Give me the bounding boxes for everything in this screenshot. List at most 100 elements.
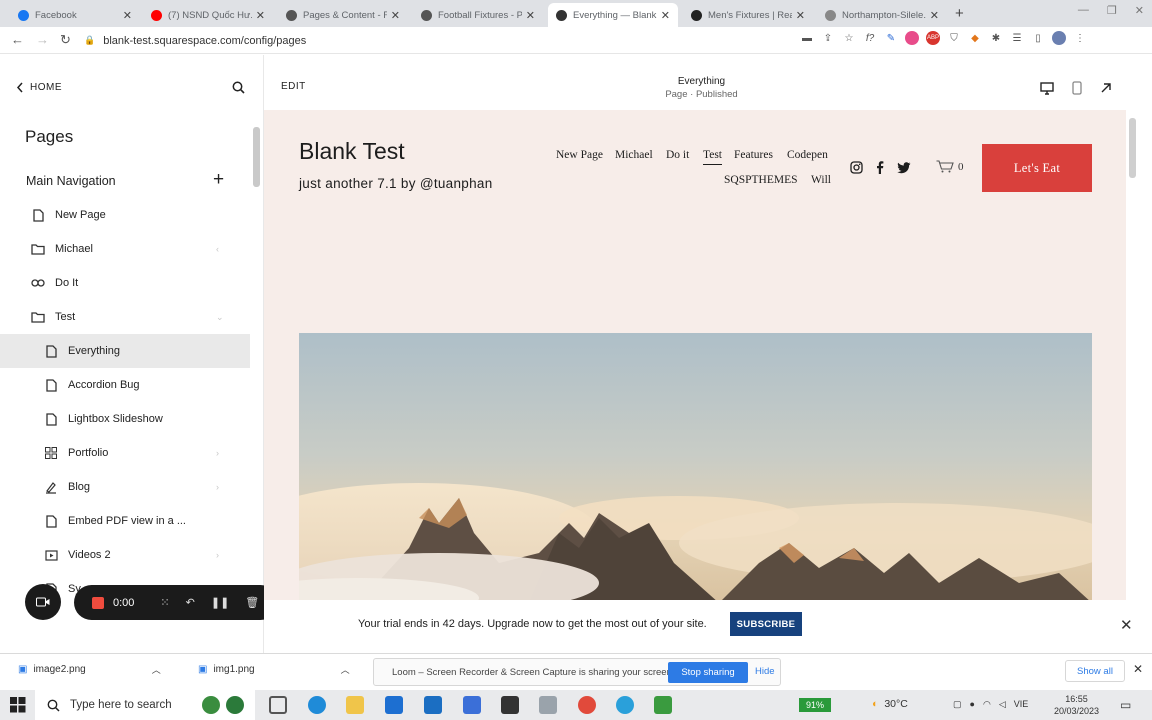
tool-icon[interactable] [539, 696, 557, 714]
show-all-button[interactable]: Show all [1065, 660, 1125, 682]
shield-icon[interactable]: ⛉ [947, 31, 961, 45]
reload-icon[interactable]: ↻ [60, 32, 71, 48]
camera-icon[interactable]: ▬ [800, 31, 814, 45]
app-icon[interactable] [226, 696, 244, 714]
browser-tab[interactable]: Football Fixtures - P... ✕ [413, 3, 543, 27]
terminal-icon[interactable] [501, 696, 519, 714]
clock[interactable]: 16:55 20/03/2023 [1054, 693, 1099, 717]
sidebar-item[interactable]: Embed PDF view in a ... [0, 504, 250, 538]
close-window-icon[interactable]: ✕ [1135, 4, 1144, 17]
home-link[interactable]: HOME [16, 82, 62, 93]
tray-icon[interactable]: ▢ [953, 699, 962, 710]
stop-recording-button[interactable] [92, 596, 104, 609]
tray-icon[interactable]: ● [970, 699, 975, 710]
battery-indicator[interactable]: 91% [799, 698, 831, 712]
sidebar-item[interactable]: Everything [0, 334, 250, 368]
telegram-icon[interactable] [616, 696, 634, 714]
chevron-icon[interactable]: ⌄ [216, 312, 224, 323]
tab-close-icon[interactable]: ✕ [526, 9, 535, 22]
sidebar-item[interactable]: Accordion Bug [0, 368, 250, 402]
zalo-icon[interactable] [463, 696, 481, 714]
open-external-icon[interactable] [1100, 82, 1112, 94]
chevron-up-icon[interactable]: ︿ [152, 663, 161, 676]
site-nav-link[interactable]: New Page [556, 149, 603, 161]
stop-sharing-button[interactable]: Stop sharing [668, 662, 748, 683]
site-nav-link[interactable]: SQSPTHEMES [724, 174, 798, 186]
chevron-icon[interactable]: › [216, 550, 219, 560]
formula-icon[interactable]: f? [863, 31, 877, 45]
subscribe-button[interactable]: SUBSCRIBE [730, 612, 802, 636]
star-icon[interactable]: ☆ [842, 31, 856, 45]
preview-scrollbar[interactable] [1129, 118, 1136, 178]
playlist-icon[interactable]: ☰ [1010, 31, 1024, 45]
sidebar-item[interactable]: Michael ‹ [0, 232, 250, 266]
sidebar-item[interactable]: Videos 2 › [0, 538, 250, 572]
tab-close-icon[interactable]: ✕ [123, 9, 132, 22]
browser-tab[interactable]: Facebook ✕ [10, 3, 140, 27]
download-item[interactable]: ▣ img1.png ︿ [198, 663, 350, 676]
new-tab-icon[interactable]: + [955, 5, 964, 22]
hero-image[interactable] [299, 333, 1092, 600]
mail-icon[interactable] [385, 696, 403, 714]
cart-link[interactable]: 0 [936, 160, 964, 173]
chevron-icon[interactable]: ‹ [216, 244, 219, 254]
undo-icon[interactable]: ↶ [186, 596, 195, 609]
camera-toggle-button[interactable] [25, 584, 61, 620]
puzzle-icon[interactable]: ✱ [989, 31, 1003, 45]
browser-tab[interactable]: Northampton-Silele... ✕ [817, 3, 947, 27]
wifi-icon[interactable]: ◠ [983, 699, 991, 710]
chevron-icon[interactable]: › [216, 448, 219, 458]
sidebar-item[interactable]: Blog › [0, 470, 250, 504]
browser-tab[interactable]: (7) NSND Quốc Hư... ✕ [143, 3, 273, 27]
edge-icon[interactable] [308, 696, 326, 714]
address-bar[interactable]: 🔒 blank-test.squarespace.com/config/page… [84, 30, 794, 51]
mobile-view-icon[interactable] [1072, 81, 1082, 95]
close-icon[interactable]: ✕ [1133, 662, 1143, 676]
sidebar-item[interactable]: Portfolio › [0, 436, 250, 470]
tab-close-icon[interactable]: ✕ [256, 9, 265, 22]
globe-icon[interactable] [202, 696, 220, 714]
browser-tab[interactable]: Pages & Content - F... ✕ [278, 3, 408, 27]
site-nav-link[interactable]: Test [703, 149, 722, 165]
forward-icon[interactable]: → [36, 32, 49, 47]
windows-start-icon[interactable] [10, 697, 26, 713]
desktop-view-icon[interactable] [1040, 81, 1054, 95]
site-nav-link[interactable]: Codepen [787, 149, 828, 161]
weather-widget[interactable]: ◐ 30°C [872, 698, 908, 710]
sidebar-item[interactable]: New Page [0, 198, 250, 232]
chevron-up-icon[interactable]: ︿ [341, 663, 350, 676]
site-title[interactable]: Blank Test [299, 138, 405, 165]
sidebar-item[interactable]: Test ⌄ [0, 300, 250, 334]
twitter-icon[interactable] [897, 161, 911, 174]
extension-color-icon[interactable] [905, 31, 919, 45]
profile-icon[interactable] [1052, 31, 1066, 45]
back-icon[interactable]: ← [11, 32, 24, 47]
lets-eat-button[interactable]: Let's Eat [982, 144, 1092, 192]
delete-icon[interactable]: 🗑 [245, 596, 259, 609]
chevron-icon[interactable]: › [216, 482, 219, 492]
close-icon[interactable]: ✕ [1120, 616, 1133, 634]
instagram-icon[interactable] [850, 161, 863, 174]
add-page-button[interactable]: + [213, 169, 224, 191]
excel-icon[interactable] [654, 696, 672, 714]
minimize-icon[interactable]: — [1078, 4, 1089, 17]
site-nav-link[interactable]: Michael [615, 149, 653, 161]
taskbar-search-input[interactable]: Type here to search [35, 690, 255, 720]
maximize-icon[interactable]: ❐ [1107, 4, 1117, 17]
tab-close-icon[interactable]: ✕ [391, 9, 400, 22]
browser-tab[interactable]: Men's Fixtures | Real... ✕ [683, 3, 813, 27]
search-icon[interactable] [232, 81, 245, 94]
hide-button[interactable]: Hide [755, 666, 775, 677]
tab-close-icon[interactable]: ✕ [661, 9, 670, 22]
language-indicator[interactable]: VIE [1014, 699, 1029, 710]
sidebar-icon[interactable]: ▯ [1031, 31, 1045, 45]
pause-icon[interactable]: ❚❚ [211, 596, 229, 609]
sidebar-scrollbar[interactable] [253, 127, 260, 187]
sidebar-item[interactable]: Do It [0, 266, 250, 300]
adblock-icon[interactable]: ABP [926, 31, 940, 45]
fox-icon[interactable]: ◆ [968, 31, 982, 45]
site-nav-link[interactable]: Do it [666, 149, 689, 161]
browser-tab[interactable]: Everything — Blank... ✕ [548, 3, 678, 27]
menu-icon[interactable]: ⋮ [1073, 31, 1087, 45]
tab-close-icon[interactable]: ✕ [930, 9, 939, 22]
